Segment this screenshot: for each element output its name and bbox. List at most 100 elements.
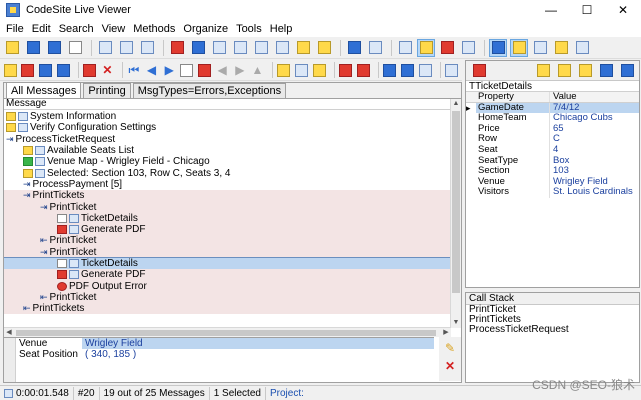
menu-view[interactable]: View [98,23,130,35]
menu-file[interactable]: File [2,23,28,35]
method-icon[interactable] [312,61,327,79]
layout-right-icon[interactable] [531,39,549,57]
first-icon[interactable]: ⏮ [127,61,142,79]
list-icon[interactable] [210,39,228,57]
remove-icon[interactable]: ✕ [445,359,455,373]
object-icon[interactable] [470,62,488,80]
disk-icon[interactable] [56,61,71,79]
menu-tools[interactable]: Tools [232,23,266,35]
filter-settings-icon[interactable] [400,61,415,79]
menu-edit[interactable]: Edit [28,23,55,35]
menu-organize[interactable]: Organize [179,23,232,35]
message-vertical-scrollbar[interactable]: ▲ ▼ [450,99,461,328]
paste-icon[interactable] [117,39,135,57]
message-row[interactable]: TicketDetails [4,256,451,271]
menu-search[interactable]: Search [55,23,98,35]
message-horizontal-scrollbar[interactable]: ◀ ▶ [4,327,451,337]
tree-icon[interactable] [459,39,477,57]
message-row[interactable]: TicketDetails [4,212,451,224]
settings-dropdown-icon[interactable] [418,61,433,79]
panel-icon[interactable] [396,39,414,57]
next-icon[interactable]: ▶ [162,61,177,79]
tab-msgtypes[interactable]: MsgTypes=Errors,Exceptions [132,83,287,98]
layout-bottom-icon[interactable] [552,39,570,57]
calendar-icon[interactable] [273,39,291,57]
detail-row[interactable] [4,360,434,371]
tab-printing[interactable]: Printing [83,83,131,98]
export-icon[interactable] [294,39,312,57]
detail-row[interactable] [4,371,434,382]
layout-top-icon[interactable] [489,38,507,57]
message-column-header[interactable]: Message [4,99,451,110]
open-folder-icon[interactable] [3,39,21,57]
layout-full-icon[interactable] [573,39,591,57]
print-icon[interactable] [66,39,84,57]
close-button[interactable]: ✕ [605,0,641,20]
search-icon[interactable] [417,38,435,57]
property-row[interactable]: Visitors St. Louis Cardinals [466,187,639,198]
save-log-icon[interactable] [38,61,53,79]
message-row[interactable]: Generate PDF [4,269,451,281]
prev-icon[interactable]: ◀ [144,61,159,79]
method-exit-icon[interactable] [294,61,309,79]
layout-horizontal-icon[interactable] [597,62,615,80]
note-icon[interactable] [576,62,594,80]
flag-icon[interactable] [21,61,36,79]
message-row[interactable]: ⇥ ProcessPayment [5] [4,179,451,190]
message-row[interactable]: Venue Map - Wrigley Field - Chicago [4,156,451,167]
layout-vertical-icon[interactable] [618,62,636,80]
tab-all-messages[interactable]: All Messages [6,82,82,98]
maximize-button[interactable]: ☐ [569,0,605,20]
hscroll-thumb[interactable] [16,330,436,336]
message-row[interactable]: System Information [4,111,451,122]
detail-row[interactable]: Venue Wrigley Field [4,338,434,349]
filter-icon[interactable] [252,39,270,57]
up-icon[interactable]: ▲ [250,61,265,79]
message-row[interactable]: ⇤ PrintTickets [4,303,451,315]
call-stack-item[interactable]: ProcessTicketRequest [466,325,639,335]
layout-split-icon[interactable] [510,38,528,57]
message-row[interactable]: PDF Output Error [4,280,451,292]
view-icon[interactable] [138,39,156,57]
property-row[interactable]: Seat 4 [466,144,639,156]
status-project[interactable]: Project: [266,387,308,400]
column-property[interactable]: Property [476,91,550,102]
method-enter-icon[interactable] [277,61,292,79]
minimize-button[interactable]: — [533,0,569,20]
sort-icon[interactable] [231,39,249,57]
add-icon[interactable] [189,39,207,57]
scroll-thumb[interactable] [452,111,460,293]
grid-icon[interactable] [366,39,384,57]
message-row[interactable]: ⇥ ProcessTicketRequest [4,134,451,145]
message-row[interactable]: Verify Configuration Settings [4,122,451,133]
eye-icon[interactable] [444,61,459,79]
binoculars-icon[interactable] [315,39,333,57]
scroll-down-icon[interactable]: ▼ [451,318,461,328]
marker-icon[interactable] [168,39,186,57]
detail-row[interactable]: Seat Position ( 340, 185 ) [4,349,434,360]
column-value[interactable]: Value [550,91,639,102]
message-row[interactable]: Generate PDF [4,223,451,236]
bookmark-icon[interactable] [3,61,18,79]
save-icon[interactable] [45,39,63,57]
message-row[interactable]: Available Seats List [4,145,451,156]
copy-value-icon[interactable] [534,62,552,80]
columns-icon[interactable] [345,39,363,57]
message-row[interactable]: ⇤ PrintTicket [4,291,451,304]
copy-icon[interactable] [96,39,114,57]
delete-icon[interactable]: ✕ [100,61,115,79]
dropdown-icon[interactable] [180,61,195,79]
bookmark-nav-icon[interactable] [197,61,212,79]
menu-help[interactable]: Help [266,23,297,35]
stop-icon[interactable] [438,39,456,57]
message-row[interactable]: ⇥ PrintTickets [4,190,451,202]
forward-icon[interactable]: ▶ [233,61,248,79]
paste-value-icon[interactable] [555,62,573,80]
message-row[interactable]: ⇥ PrintTicket [4,201,451,213]
message-row[interactable]: ⇤ PrintTicket [4,235,451,247]
back-icon[interactable]: ◀ [215,61,230,79]
message-row[interactable]: Selected: Section 103, Row C, Seats 3, 4 [4,167,451,179]
eraser-icon[interactable] [356,61,371,79]
clear-icon[interactable] [82,61,97,79]
scroll-up-icon[interactable]: ▲ [451,99,461,109]
